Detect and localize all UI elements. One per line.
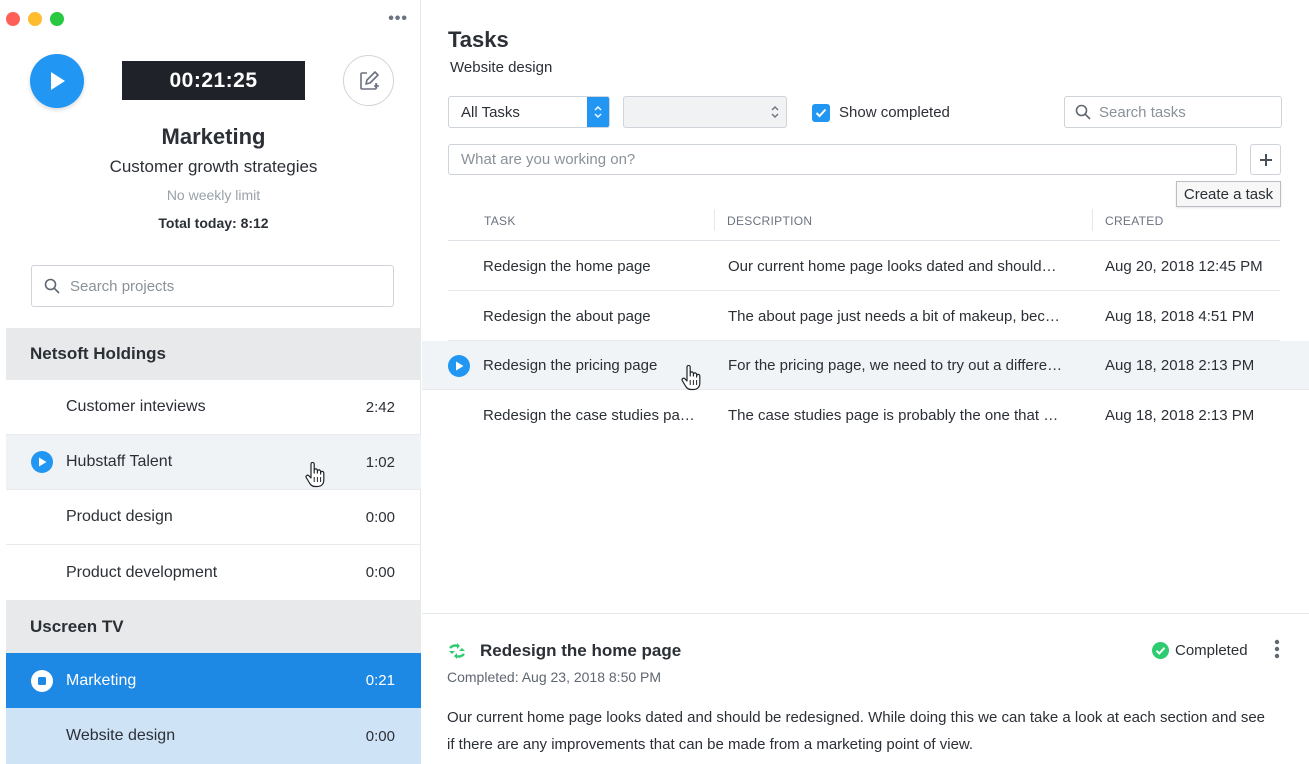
page-title: Tasks [448,27,509,52]
sidebar: ••• 00:21:25 Marketing Customer growth s… [6,0,421,764]
play-icon [51,72,65,90]
table-row[interactable]: Redesign the home page Our current home … [448,242,1280,291]
current-project-title: Marketing [161,124,266,149]
task-time: 0:00 [365,727,395,745]
created-cell: Aug 18, 2018 2:13 PM [1105,407,1255,424]
play-icon [455,361,463,371]
column-header-description[interactable]: DESCRIPTION [727,214,812,228]
completed-status-label: Completed [1175,642,1248,659]
minimize-window-button[interactable] [28,12,42,26]
show-completed-label[interactable]: Show completed [839,104,950,121]
description-cell: Our current home page looks dated and sh… [728,258,1057,275]
recurring-task-icon [449,643,465,659]
play-project-button[interactable] [31,451,53,473]
column-divider [714,209,715,231]
description-cell: The case studies page is probably the on… [728,407,1059,424]
check-circle-icon [1152,642,1169,659]
created-cell: Aug 20, 2018 12:45 PM [1105,258,1263,275]
show-completed-checkbox[interactable] [812,104,830,122]
play-icon [38,457,46,467]
task-filter-value: All Tasks [461,103,520,121]
description-cell: For the pricing page, we need to try out… [728,357,1063,374]
org-header-uscreen[interactable]: Uscreen TV [6,601,421,653]
checkmark-icon [815,108,827,118]
task-detail-pane: Redesign the home page Completed: Aug 23… [422,613,1309,764]
timer-display: 00:21:25 [122,61,305,100]
tasks-panel: Tasks Website design All Tasks Show comp… [422,0,1309,764]
project-name: Product development [66,563,218,581]
task-name: Website design [66,727,176,744]
edit-note-button[interactable] [343,55,394,106]
org-name: Netsoft Holdings [30,344,166,363]
task-cell: Redesign the pricing page [483,357,658,374]
kebab-menu-icon[interactable] [1274,639,1280,659]
close-window-button[interactable] [6,12,20,26]
column-header-task[interactable]: TASK [484,214,516,228]
new-task-input[interactable]: What are you working on? [448,144,1237,175]
search-projects-placeholder: Search projects [70,277,175,295]
stop-timer-button[interactable] [31,669,53,692]
task-filter-select[interactable]: All Tasks [448,96,610,128]
project-name: Marketing [66,671,137,689]
weekly-limit: No weekly limit [166,187,261,203]
project-name: Product design [66,508,173,525]
hand-cursor-icon [681,365,701,391]
start-timer-button[interactable] [30,54,84,108]
completed-status[interactable]: Completed [1152,642,1248,659]
window-controls [6,12,64,26]
project-row-marketing[interactable]: Marketing 0:21 [6,653,421,708]
search-tasks-placeholder: Search tasks [1099,103,1186,121]
org-name: Uscreen TV [30,617,124,636]
start-task-button[interactable] [448,355,470,377]
created-cell: Aug 18, 2018 4:51 PM [1105,308,1255,325]
search-icon [1075,104,1091,120]
app-window: ••• 00:21:25 Marketing Customer growth s… [0,0,1309,764]
project-time: 1:02 [365,453,395,471]
project-time: 0:00 [365,508,395,526]
page-subtitle: Website design [450,59,553,76]
task-row-website-design[interactable]: Website design 0:00 [6,708,421,764]
task-cell: Redesign the about page [483,308,651,325]
new-task-placeholder: What are you working on? [461,151,636,168]
search-icon [44,278,60,294]
detail-description: Our current home page looks dated and sh… [447,709,1266,753]
project-name: Hubstaff Talent [66,453,173,470]
more-options-icon[interactable]: ••• [388,10,408,28]
updown-chevron-icon [771,106,779,118]
current-task-title: Customer growth strategies [109,157,318,176]
create-task-button[interactable] [1250,144,1281,175]
updown-chevron-icon [587,97,609,127]
detail-task-title: Redesign the home page [480,641,682,660]
zoom-window-button[interactable] [50,12,64,26]
table-row-hovered[interactable]: Redesign the pricing page For the pricin… [422,341,1309,391]
project-row-hubstaff-talent[interactable]: Hubstaff Talent 1:02 [6,435,421,490]
org-header-netsoft[interactable]: Netsoft Holdings [6,328,421,380]
created-cell: Aug 18, 2018 2:13 PM [1105,357,1255,374]
hand-cursor-icon [305,462,325,488]
description-cell: The about page just needs a bit of makeu… [728,308,1060,325]
project-time: 0:21 [365,672,395,689]
plus-icon [1259,153,1272,166]
detail-completed-date: Completed: Aug 23, 2018 8:50 PM [447,669,662,685]
search-projects-input[interactable]: Search projects [31,265,394,307]
project-row-customer-inteviews[interactable]: Customer inteviews 2:42 [6,380,421,435]
stop-icon [38,676,46,685]
edit-icon [359,70,379,90]
project-time: 0:00 [365,564,395,581]
table-row[interactable]: Redesign the about page The about page j… [448,292,1280,341]
project-row-product-design[interactable]: Product design 0:00 [6,490,421,545]
secondary-filter-select[interactable] [623,96,787,128]
task-cell: Redesign the home page [483,258,651,275]
project-row-product-development[interactable]: Product development 0:00 [6,545,421,601]
tasks-table-header: TASK DESCRIPTION CREATED [448,201,1280,241]
project-time: 2:42 [365,398,395,416]
table-row[interactable]: Redesign the case studies pa… The case s… [448,391,1280,440]
task-cell: Redesign the case studies pa… [483,407,695,424]
search-tasks-input[interactable]: Search tasks [1064,96,1282,128]
column-header-created[interactable]: CREATED [1105,214,1164,228]
column-divider [1092,209,1093,231]
project-name: Customer inteviews [66,398,206,415]
total-today: Total today: 8:12 [158,215,269,231]
